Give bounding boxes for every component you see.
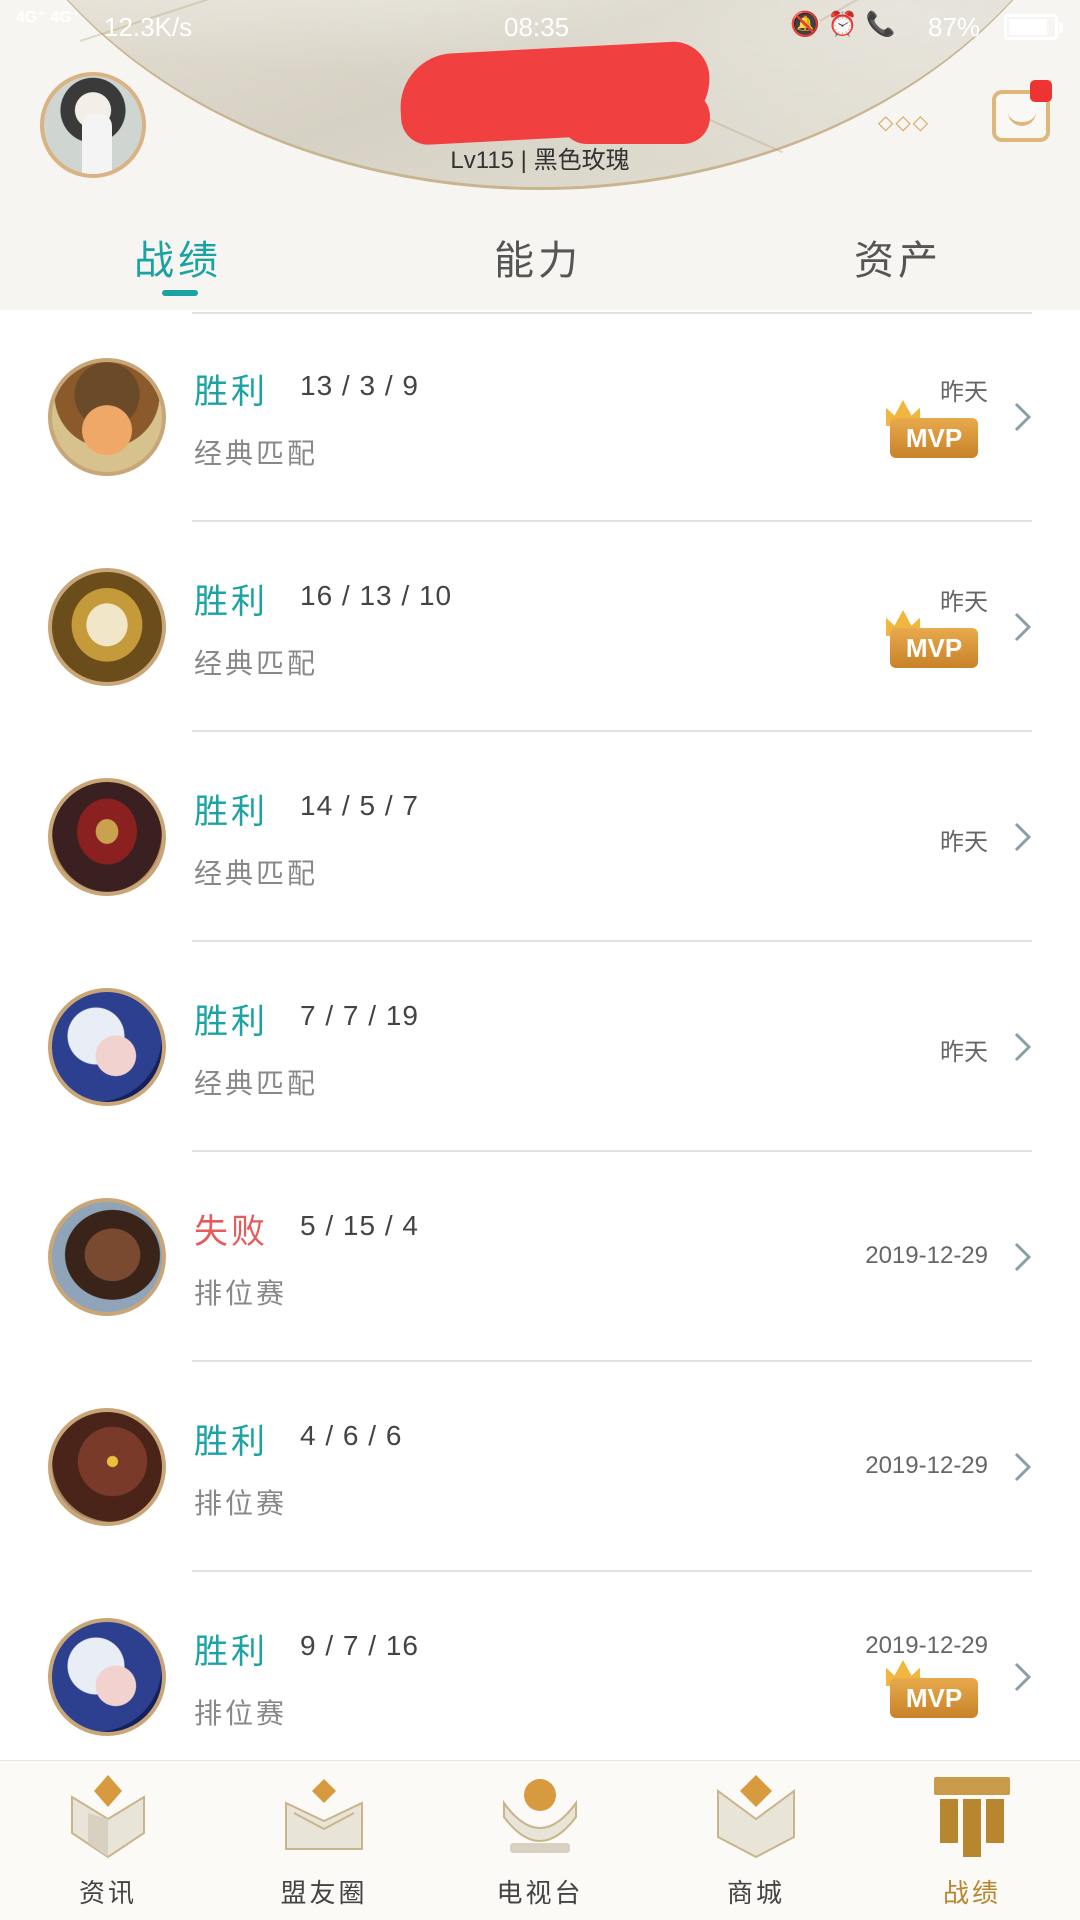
match-date: 昨天 — [940, 829, 988, 856]
mvp-badge: MVP — [890, 418, 978, 458]
match-kda: 4 / 6 / 6 — [300, 1420, 403, 1451]
match-result: 胜利 — [194, 1003, 268, 1041]
robot-icon — [1008, 108, 1036, 126]
network-speed: 12.3K/s — [104, 12, 193, 42]
lucian-icon — [48, 1198, 166, 1316]
ashe-icon — [48, 1618, 166, 1736]
match-row[interactable]: 胜利 14 / 5 / 7 经典匹配 昨天 — [0, 732, 1080, 942]
match-row[interactable]: 胜利 16 / 13 / 10 经典匹配 昨天 MVP — [0, 522, 1080, 732]
chevron-right-icon — [1014, 1662, 1032, 1692]
news-icon — [71, 1775, 145, 1859]
teemo-icon — [48, 358, 166, 476]
signal-icon: 4G⁺ 4G⁺ — [16, 9, 81, 26]
match-mode: 经典匹配 — [194, 648, 319, 679]
match-kda: 7 / 7 / 19 — [300, 1000, 419, 1031]
chevron-right-icon — [1014, 402, 1032, 432]
nav-friends[interactable]: 盟友圈 — [216, 1761, 432, 1920]
match-date: 昨天 — [940, 589, 988, 616]
nav-label: 盟友圈 — [280, 1878, 368, 1908]
status-bar: 4G⁺ 4G⁺ 12.3K/s 08:35 🔕⏰📞 87% — [0, 0, 1080, 52]
match-date: 昨天 — [940, 1039, 988, 1066]
hd-call-icon: 📞 — [865, 11, 904, 38]
match-mode: 排位赛 — [194, 1278, 288, 1309]
chevron-right-icon — [1014, 612, 1032, 642]
match-mode: 经典匹配 — [194, 858, 319, 889]
wukong-icon — [48, 1408, 166, 1526]
match-row[interactable]: 失败 5 / 15 / 4 排位赛 2019-12-29 — [0, 1152, 1080, 1362]
friends-circle-icon — [285, 1779, 363, 1850]
match-row[interactable]: 胜利 4 / 6 / 6 排位赛 2019-12-29 — [0, 1362, 1080, 1572]
tab-record[interactable]: 战绩 — [134, 228, 222, 286]
clock: 08:35 — [504, 12, 570, 42]
match-date: 昨天 — [940, 379, 988, 406]
match-row[interactable]: 胜利 9 / 7 / 16 排位赛 2019-12-29 MVP — [0, 1572, 1080, 1782]
match-mode: 经典匹配 — [194, 438, 319, 469]
match-result: 胜利 — [194, 583, 268, 621]
match-kda: 9 / 7 / 16 — [300, 1630, 419, 1661]
match-mode: 排位赛 — [194, 1698, 288, 1729]
match-result: 失败 — [194, 1213, 268, 1251]
match-result: 胜利 — [194, 1633, 268, 1671]
chevron-right-icon — [1014, 822, 1032, 852]
profile-header: 4G⁺ 4G⁺ 12.3K/s 08:35 🔕⏰📞 87% Lv115 | 黑色… — [0, 0, 1080, 310]
match-kda: 14 / 5 / 7 — [300, 790, 419, 821]
more-dots-icon[interactable]: ◇◇◇ — [878, 110, 930, 135]
match-mode: 经典匹配 — [194, 1068, 319, 1099]
nav-news[interactable]: 资讯 — [0, 1761, 216, 1920]
nav-label: 战绩 — [942, 1878, 1001, 1908]
match-row[interactable]: 胜利 7 / 7 / 19 经典匹配 昨天 — [0, 942, 1080, 1152]
tab-assets[interactable]: 资产 — [854, 228, 942, 286]
match-date: 2019-12-29 — [865, 1452, 988, 1479]
bottom-nav: 资讯 盟友圈 电视台 商城 战绩 — [0, 1760, 1080, 1920]
match-row[interactable]: 胜利 13 / 3 / 9 经典匹配 昨天 MVP — [0, 312, 1080, 522]
nav-label: 资讯 — [78, 1878, 137, 1908]
battery-icon — [1004, 14, 1063, 40]
tab-ability[interactable]: 能力 — [494, 228, 582, 286]
mvp-badge: MVP — [890, 1678, 978, 1718]
match-mode: 排位赛 — [194, 1488, 288, 1519]
chevron-right-icon — [1014, 1032, 1032, 1062]
zed-icon — [48, 778, 166, 896]
chevron-right-icon — [1014, 1452, 1032, 1482]
shop-icon — [717, 1775, 795, 1859]
mute-icon: 🔕 — [790, 11, 828, 38]
redacted-name-extra — [560, 90, 710, 144]
nav-label: 商城 — [726, 1878, 785, 1908]
pantheon-icon — [48, 568, 166, 686]
nav-label: 电视台 — [496, 1878, 584, 1908]
status-icons: 🔕⏰📞 — [790, 10, 904, 39]
battery-percent: 87% — [928, 12, 981, 42]
nav-shop[interactable]: 商城 — [648, 1761, 864, 1920]
profile-tabs: 战绩 能力 资产 — [0, 210, 1080, 310]
nav-record[interactable]: 战绩 — [864, 1761, 1080, 1920]
match-kda: 5 / 15 / 4 — [300, 1210, 419, 1241]
tab-active-indicator — [162, 290, 198, 296]
tv-icon — [503, 1779, 577, 1853]
match-kda: 16 / 13 / 10 — [300, 580, 453, 611]
mvp-badge: MVP — [890, 628, 978, 668]
ashe-icon — [48, 988, 166, 1106]
match-result: 胜利 — [194, 1423, 268, 1461]
alarm-icon: ⏰ — [827, 11, 866, 38]
level-text: Lv115 | 黑色玫瑰 — [450, 147, 630, 174]
record-icon — [934, 1777, 1010, 1857]
notification-badge — [1030, 80, 1052, 102]
match-date: 2019-12-29 — [865, 1242, 988, 1269]
nav-tv[interactable]: 电视台 — [432, 1761, 648, 1920]
match-result: 胜利 — [194, 373, 268, 411]
match-date: 2019-12-29 — [865, 1632, 988, 1659]
chevron-right-icon — [1014, 1242, 1032, 1272]
match-kda: 13 / 3 / 9 — [300, 370, 419, 401]
match-result: 胜利 — [194, 793, 268, 831]
